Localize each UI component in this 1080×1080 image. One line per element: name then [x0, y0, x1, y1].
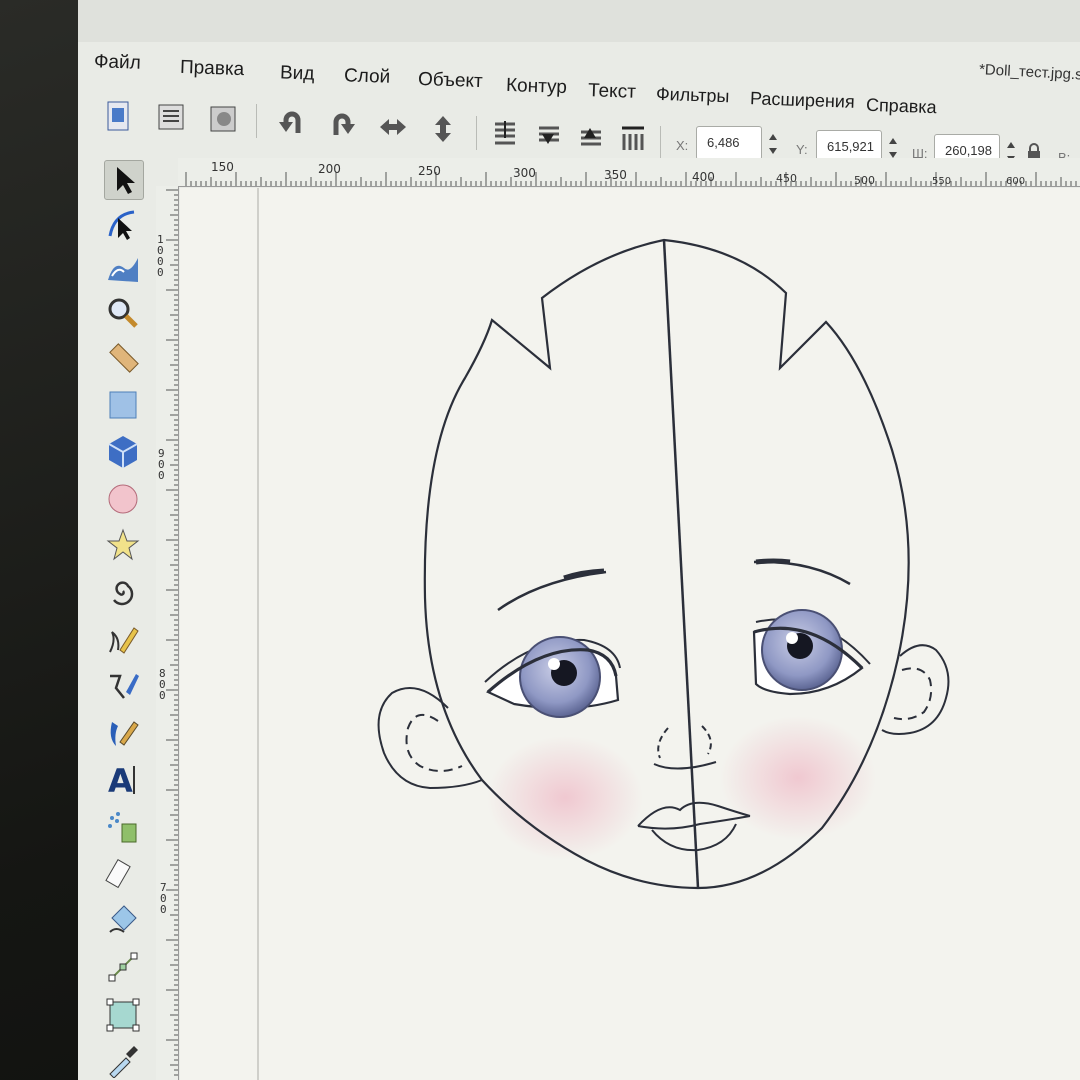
vruler-label-700: 700	[160, 881, 167, 916]
vruler-label-900: 900	[158, 447, 165, 482]
inkscape-window: *Doll_тест.jpg.sv Файл Правка Вид Слой О…	[78, 0, 1080, 1080]
menu-object[interactable]: Объект	[418, 69, 483, 93]
eyebrow-right-thick	[755, 558, 791, 565]
ruler-label-300: 300	[513, 166, 536, 180]
ruler-label-350: 350	[604, 168, 627, 182]
ruler-label-250: 250	[418, 164, 441, 178]
selector-tool-icon[interactable]	[104, 160, 144, 200]
flip-vertical-icon[interactable]	[428, 114, 458, 144]
eye-right	[752, 609, 871, 696]
lower-to-bottom-icon[interactable]	[490, 118, 520, 148]
menu-layer[interactable]: Слой	[344, 65, 391, 89]
ruler-label-500: 500	[854, 174, 875, 187]
rectangle-tool-icon[interactable]	[104, 386, 142, 424]
vruler-ticks	[166, 189, 178, 1076]
measure-tool-icon[interactable]	[104, 340, 142, 378]
toolbar-separator	[660, 126, 661, 160]
tweak-tool-icon[interactable]	[104, 250, 142, 288]
toolbar-separator	[476, 116, 477, 150]
title-bar	[78, 0, 1080, 42]
lower-icon[interactable]	[534, 120, 564, 150]
gradient-tool-icon[interactable]	[104, 948, 142, 986]
ruler-label-400: 400	[692, 170, 715, 184]
dropper-tool-icon[interactable]	[104, 1040, 142, 1078]
node-tool-icon[interactable]	[104, 206, 142, 244]
vruler-label-800: 800	[159, 667, 166, 702]
rotate-ccw-icon[interactable]	[276, 108, 306, 138]
eyebrow-right	[753, 560, 851, 586]
raise-to-top-icon[interactable]	[618, 124, 648, 154]
spray-tool-icon[interactable]	[104, 808, 142, 846]
zoom-tool-icon[interactable]	[104, 294, 142, 332]
deselect-icon[interactable]	[208, 104, 238, 134]
ruler-label-200: 200	[318, 162, 341, 176]
pencil-tool-icon[interactable]	[104, 620, 142, 658]
ruler-label-450: 450	[776, 172, 797, 185]
menu-file[interactable]: Файл	[94, 51, 141, 75]
ruler-label-550: 550	[932, 176, 952, 187]
3d-box-tool-icon[interactable]	[104, 432, 142, 470]
nose	[653, 725, 717, 770]
blush-left	[487, 736, 643, 860]
pen-tool-icon[interactable]	[104, 668, 142, 706]
mesh-tool-icon[interactable]	[104, 996, 142, 1034]
select-all-icon[interactable]	[104, 100, 134, 131]
text-tool-icon[interactable]: A	[104, 760, 142, 798]
star-tool-icon[interactable]	[104, 526, 142, 564]
toolbar-separator	[256, 104, 257, 138]
drawing-canvas[interactable]	[180, 188, 1080, 1080]
tool-controls-bar: X: 6,486 Y: 615,921 Ш: 260,198 В:	[78, 92, 1080, 168]
menu-view[interactable]: Вид	[280, 62, 315, 85]
eyebrow-left-thick	[563, 568, 605, 581]
blush-right	[720, 716, 876, 840]
doll-face-drawing	[257, 188, 950, 1080]
center-guideline	[662, 239, 700, 889]
vertical-ruler: 1000 900 800 700	[156, 186, 179, 1080]
x-field[interactable]: 6,486	[696, 126, 762, 160]
eraser-tool-icon[interactable]	[104, 854, 142, 892]
eyebrow-left	[497, 570, 607, 612]
ellipse-tool-icon[interactable]	[104, 480, 142, 518]
eye-left	[484, 636, 621, 718]
menu-bar: Файл Правка Вид Слой Объект Контур Текст…	[78, 44, 1080, 117]
y-label: Y:	[796, 142, 808, 157]
ear-right	[881, 644, 950, 735]
x-label: X:	[676, 138, 689, 153]
ear-left	[377, 687, 483, 790]
ruler-label-600: 600	[1006, 176, 1026, 187]
raise-icon[interactable]	[576, 122, 606, 152]
x-spinner[interactable]	[766, 128, 780, 162]
svg-text:A: A	[108, 762, 133, 798]
horizontal-ruler: 150 200 250 300 350 400 450 500 550 600	[178, 158, 1080, 187]
rotate-cw-icon[interactable]	[328, 110, 358, 140]
ruler-label-150: 150	[211, 160, 234, 174]
calligraphy-tool-icon[interactable]	[104, 714, 142, 752]
flip-horizontal-icon[interactable]	[378, 112, 408, 142]
spiral-tool-icon[interactable]	[104, 574, 142, 612]
paint-bucket-tool-icon[interactable]	[104, 900, 142, 938]
vruler-label-1000: 1000	[157, 233, 164, 279]
menu-edit[interactable]: Правка	[180, 57, 245, 81]
toolbox: A	[100, 160, 154, 1080]
select-all-layers-icon[interactable]	[156, 102, 186, 132]
